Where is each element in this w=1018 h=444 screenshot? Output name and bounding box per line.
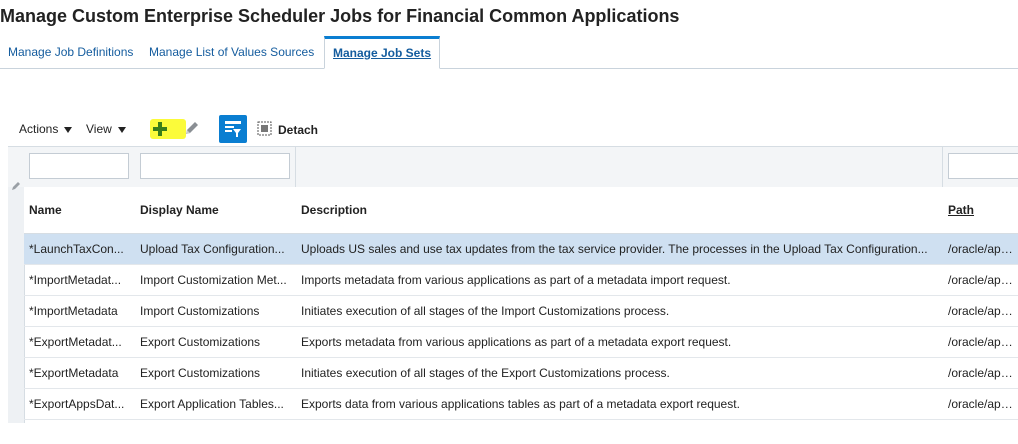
actions-menu[interactable]: Actions bbox=[19, 114, 73, 144]
job-sets-table: Name Display Name Description Path *Laun… bbox=[8, 146, 1018, 423]
cell-description: Initiates execution of all stages of the… bbox=[301, 304, 670, 318]
path-filter-input[interactable] bbox=[948, 153, 1018, 179]
cell-path: /oracle/apps/ess bbox=[948, 273, 1018, 287]
detach-button[interactable]: Detach bbox=[278, 115, 318, 145]
column-header-name[interactable]: Name bbox=[29, 203, 62, 217]
table-row[interactable]: *ImportMetadat... Import Customization M… bbox=[24, 265, 1018, 296]
table-row[interactable]: *LaunchTaxCon... Upload Tax Configuratio… bbox=[24, 234, 1018, 265]
pencil-icon bbox=[12, 182, 20, 190]
tab-manage-job-sets[interactable]: Manage Job Sets bbox=[324, 36, 441, 69]
table-row[interactable]: *ExportAppsDat... Export Application Tab… bbox=[24, 389, 1018, 420]
table-row[interactable]: *ExportMetadat... Export Customizations … bbox=[24, 327, 1018, 358]
actions-label: Actions bbox=[19, 122, 59, 136]
column-header-path[interactable]: Path bbox=[948, 203, 974, 217]
display-name-filter-input[interactable] bbox=[140, 153, 290, 179]
detach-icon[interactable] bbox=[257, 121, 272, 136]
cell-path: /oracle/apps/ess bbox=[948, 242, 1018, 256]
cell-name: *LaunchTaxCon... bbox=[29, 242, 124, 256]
cell-description: Exports data from various applications t… bbox=[301, 397, 740, 411]
table-row[interactable]: *ImportMetadata Import Customizations In… bbox=[24, 296, 1018, 327]
cell-display-name: Import Customization Met... bbox=[140, 273, 287, 287]
name-filter-input[interactable] bbox=[29, 153, 129, 179]
cell-name: *ImportMetadat... bbox=[29, 273, 122, 287]
row-header-gutter bbox=[8, 182, 25, 423]
page-title: Manage Custom Enterprise Scheduler Jobs … bbox=[0, 6, 680, 26]
cell-name: *ImportMetadata bbox=[29, 304, 118, 318]
cell-display-name: Upload Tax Configuration... bbox=[140, 242, 285, 256]
cell-display-name: Export Customizations bbox=[140, 366, 261, 380]
column-divider bbox=[295, 147, 296, 187]
column-divider bbox=[942, 147, 943, 187]
cell-description: Imports metadata from various applicatio… bbox=[301, 273, 731, 287]
tab-manage-job-definitions[interactable]: Manage Job Definitions bbox=[0, 36, 141, 67]
view-label: View bbox=[86, 122, 112, 136]
cell-path: /oracle/apps/ess bbox=[948, 335, 1018, 349]
table-row[interactable]: *ExportMetadata Export Customizations In… bbox=[24, 358, 1018, 389]
chevron-down-icon bbox=[117, 126, 126, 133]
cell-display-name: Import Customizations bbox=[140, 304, 260, 318]
cell-path: /oracle/apps/ess bbox=[948, 304, 1018, 318]
table-header: Name Display Name Description Path bbox=[24, 187, 1018, 234]
query-by-example-icon bbox=[225, 121, 241, 137]
cell-description: Initiates execution of all stages of the… bbox=[301, 366, 670, 380]
cell-display-name: Export Customizations bbox=[140, 335, 261, 349]
cell-name: *ExportAppsDat... bbox=[29, 397, 125, 411]
query-by-example-button[interactable] bbox=[219, 115, 247, 143]
cell-path: /oracle/apps/ess bbox=[948, 366, 1018, 380]
column-header-display-name[interactable]: Display Name bbox=[140, 203, 219, 217]
view-menu[interactable]: View bbox=[86, 114, 126, 144]
cell-name: *ExportMetadat... bbox=[29, 335, 122, 349]
cell-description: Uploads US sales and use tax updates fro… bbox=[301, 242, 928, 256]
cell-display-name: Export Application Tables... bbox=[140, 397, 284, 411]
plus-icon[interactable] bbox=[152, 121, 168, 137]
cell-name: *ExportMetadata bbox=[29, 366, 119, 380]
tab-bar: Manage Job Definitions Manage List of Va… bbox=[0, 36, 1018, 69]
filter-row bbox=[8, 147, 1018, 188]
cell-description: Exports metadata from various applicatio… bbox=[301, 335, 732, 349]
chevron-down-icon bbox=[64, 126, 73, 133]
column-header-description[interactable]: Description bbox=[301, 203, 367, 217]
pencil-icon[interactable] bbox=[183, 120, 200, 137]
tab-manage-list-of-values-sources[interactable]: Manage List of Values Sources bbox=[141, 36, 322, 67]
cell-path: /oracle/apps/ess bbox=[948, 397, 1018, 411]
